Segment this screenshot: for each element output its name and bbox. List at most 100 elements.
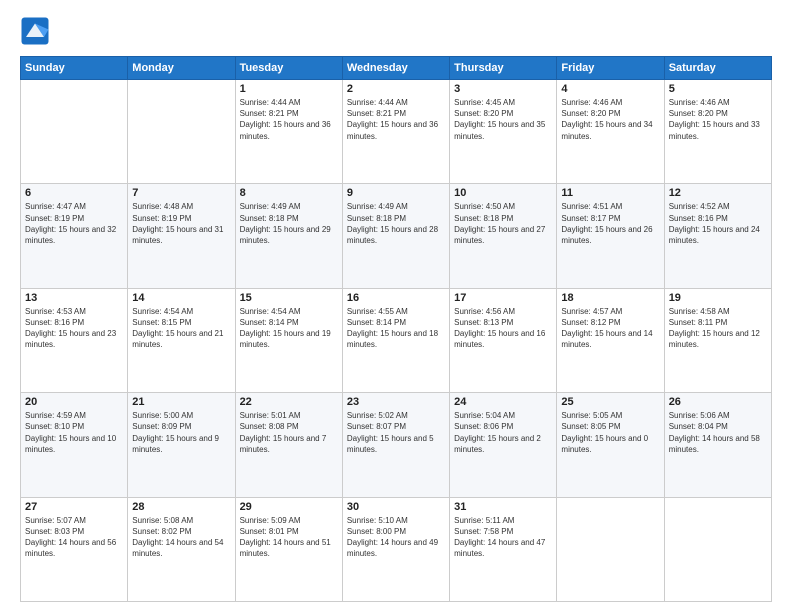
week-row-2: 6 Sunrise: 4:47 AM Sunset: 8:19 PM Daylig… <box>21 184 772 288</box>
calendar-cell: 13 Sunrise: 4:53 AM Sunset: 8:16 PM Dayli… <box>21 288 128 392</box>
calendar-cell: 19 Sunrise: 4:58 AM Sunset: 8:11 PM Dayli… <box>664 288 771 392</box>
day-number: 16 <box>347 292 445 304</box>
calendar-cell: 14 Sunrise: 4:54 AM Sunset: 8:15 PM Dayli… <box>128 288 235 392</box>
calendar-cell: 4 Sunrise: 4:46 AM Sunset: 8:20 PM Daylig… <box>557 80 664 184</box>
calendar-cell: 27 Sunrise: 5:07 AM Sunset: 8:03 PM Dayli… <box>21 497 128 601</box>
day-info: Sunrise: 4:54 AM Sunset: 8:15 PM Dayligh… <box>132 306 230 351</box>
day-number: 14 <box>132 292 230 304</box>
calendar-cell: 20Sunrise: 4:59 AM Sunset: 8:10 PM Dayli… <box>21 393 128 497</box>
calendar-cell: 25 Sunrise: 5:05 AM Sunset: 8:05 PM Dayli… <box>557 393 664 497</box>
day-number: 18 <box>561 292 659 304</box>
day-info: Sunrise: 4:46 AM Sunset: 8:20 PM Dayligh… <box>561 97 659 142</box>
calendar-cell: 12 Sunrise: 4:52 AM Sunset: 8:16 PM Dayli… <box>664 184 771 288</box>
calendar: SundayMondayTuesdayWednesdayThursdayFrid… <box>20 56 772 602</box>
calendar-cell: 21 Sunrise: 5:00 AM Sunset: 8:09 PM Dayli… <box>128 393 235 497</box>
calendar-cell: 30Sunrise: 5:10 AM Sunset: 8:00 PM Dayli… <box>342 497 449 601</box>
day-number: 25 <box>561 396 659 408</box>
calendar-cell: 23 Sunrise: 5:02 AM Sunset: 8:07 PM Dayli… <box>342 393 449 497</box>
day-number: 8 <box>240 187 338 199</box>
day-info: Sunrise: 4:50 AM Sunset: 8:18 PM Dayligh… <box>454 201 552 246</box>
day-info: Sunrise: 4:55 AM Sunset: 8:14 PM Dayligh… <box>347 306 445 351</box>
day-number: 4 <box>561 83 659 95</box>
day-info: Sunrise: 5:11 AM Sunset: 7:58 PM Dayligh… <box>454 515 552 560</box>
header <box>20 16 772 46</box>
day-number: 23 <box>347 396 445 408</box>
day-info: Sunrise: 4:46 AM Sunset: 8:20 PM Dayligh… <box>669 97 767 142</box>
calendar-cell: 10 Sunrise: 4:50 AM Sunset: 8:18 PM Dayli… <box>450 184 557 288</box>
day-info: Sunrise: 4:44 AM Sunset: 8:21 PM Dayligh… <box>347 97 445 142</box>
week-row-1: 1 Sunrise: 4:44 AM Sunset: 8:21 PM Daylig… <box>21 80 772 184</box>
weekday-header-tuesday: Tuesday <box>235 57 342 80</box>
day-number: 5 <box>669 83 767 95</box>
weekday-header-wednesday: Wednesday <box>342 57 449 80</box>
day-number: 13 <box>25 292 123 304</box>
calendar-cell: 28 Sunrise: 5:08 AM Sunset: 8:02 PM Dayli… <box>128 497 235 601</box>
weekday-header-saturday: Saturday <box>664 57 771 80</box>
day-info: Sunrise: 5:00 AM Sunset: 8:09 PM Dayligh… <box>132 410 230 455</box>
day-info: Sunrise: 5:07 AM Sunset: 8:03 PM Dayligh… <box>25 515 123 560</box>
day-info: Sunrise: 5:05 AM Sunset: 8:05 PM Dayligh… <box>561 410 659 455</box>
day-info: Sunrise: 4:44 AM Sunset: 8:21 PM Dayligh… <box>240 97 338 142</box>
week-row-4: 20Sunrise: 4:59 AM Sunset: 8:10 PM Dayli… <box>21 393 772 497</box>
day-info: Sunrise: 5:02 AM Sunset: 8:07 PM Dayligh… <box>347 410 445 455</box>
day-info: Sunrise: 5:06 AM Sunset: 8:04 PM Dayligh… <box>669 410 767 455</box>
day-number: 9 <box>347 187 445 199</box>
calendar-cell: 7 Sunrise: 4:48 AM Sunset: 8:19 PM Daylig… <box>128 184 235 288</box>
calendar-cell <box>664 497 771 601</box>
day-number: 10 <box>454 187 552 199</box>
day-number: 28 <box>132 501 230 513</box>
day-number: 21 <box>132 396 230 408</box>
day-number: 22 <box>240 396 338 408</box>
day-info: Sunrise: 4:47 AM Sunset: 8:19 PM Dayligh… <box>25 201 123 246</box>
day-number: 11 <box>561 187 659 199</box>
day-number: 15 <box>240 292 338 304</box>
calendar-cell <box>21 80 128 184</box>
week-row-5: 27 Sunrise: 5:07 AM Sunset: 8:03 PM Dayli… <box>21 497 772 601</box>
calendar-cell: 2 Sunrise: 4:44 AM Sunset: 8:21 PM Daylig… <box>342 80 449 184</box>
calendar-cell: 24 Sunrise: 5:04 AM Sunset: 8:06 PM Dayli… <box>450 393 557 497</box>
day-info: Sunrise: 5:09 AM Sunset: 8:01 PM Dayligh… <box>240 515 338 560</box>
logo-icon <box>20 16 50 46</box>
day-number: 27 <box>25 501 123 513</box>
day-info: Sunrise: 4:53 AM Sunset: 8:16 PM Dayligh… <box>25 306 123 351</box>
day-number: 26 <box>669 396 767 408</box>
day-info: Sunrise: 5:08 AM Sunset: 8:02 PM Dayligh… <box>132 515 230 560</box>
day-number: 24 <box>454 396 552 408</box>
day-number: 19 <box>669 292 767 304</box>
day-number: 1 <box>240 83 338 95</box>
weekday-header-friday: Friday <box>557 57 664 80</box>
calendar-cell: 3 Sunrise: 4:45 AM Sunset: 8:20 PM Daylig… <box>450 80 557 184</box>
day-info: Sunrise: 4:49 AM Sunset: 8:18 PM Dayligh… <box>240 201 338 246</box>
calendar-cell: 26 Sunrise: 5:06 AM Sunset: 8:04 PM Dayli… <box>664 393 771 497</box>
calendar-cell: 5 Sunrise: 4:46 AM Sunset: 8:20 PM Daylig… <box>664 80 771 184</box>
day-info: Sunrise: 4:58 AM Sunset: 8:11 PM Dayligh… <box>669 306 767 351</box>
calendar-cell <box>128 80 235 184</box>
day-number: 29 <box>240 501 338 513</box>
day-number: 12 <box>669 187 767 199</box>
calendar-cell: 8 Sunrise: 4:49 AM Sunset: 8:18 PM Daylig… <box>235 184 342 288</box>
calendar-cell: 17Sunrise: 4:56 AM Sunset: 8:13 PM Dayli… <box>450 288 557 392</box>
day-info: Sunrise: 4:45 AM Sunset: 8:20 PM Dayligh… <box>454 97 552 142</box>
day-info: Sunrise: 4:48 AM Sunset: 8:19 PM Dayligh… <box>132 201 230 246</box>
day-info: Sunrise: 4:52 AM Sunset: 8:16 PM Dayligh… <box>669 201 767 246</box>
week-row-3: 13 Sunrise: 4:53 AM Sunset: 8:16 PM Dayli… <box>21 288 772 392</box>
day-number: 2 <box>347 83 445 95</box>
day-number: 6 <box>25 187 123 199</box>
day-number: 17 <box>454 292 552 304</box>
weekday-header-sunday: Sunday <box>21 57 128 80</box>
day-number: 3 <box>454 83 552 95</box>
day-number: 7 <box>132 187 230 199</box>
calendar-cell: 18 Sunrise: 4:57 AM Sunset: 8:12 PM Dayli… <box>557 288 664 392</box>
calendar-cell: 29 Sunrise: 5:09 AM Sunset: 8:01 PM Dayli… <box>235 497 342 601</box>
day-info: Sunrise: 4:59 AM Sunset: 8:10 PM Dayligh… <box>25 410 123 455</box>
day-info: Sunrise: 5:04 AM Sunset: 8:06 PM Dayligh… <box>454 410 552 455</box>
day-info: Sunrise: 4:57 AM Sunset: 8:12 PM Dayligh… <box>561 306 659 351</box>
weekday-header-row: SundayMondayTuesdayWednesdayThursdayFrid… <box>21 57 772 80</box>
day-number: 30 <box>347 501 445 513</box>
calendar-cell <box>557 497 664 601</box>
calendar-cell: 22Sunrise: 5:01 AM Sunset: 8:08 PM Dayli… <box>235 393 342 497</box>
day-info: Sunrise: 4:49 AM Sunset: 8:18 PM Dayligh… <box>347 201 445 246</box>
weekday-header-thursday: Thursday <box>450 57 557 80</box>
weekday-header-monday: Monday <box>128 57 235 80</box>
calendar-cell: 6 Sunrise: 4:47 AM Sunset: 8:19 PM Daylig… <box>21 184 128 288</box>
